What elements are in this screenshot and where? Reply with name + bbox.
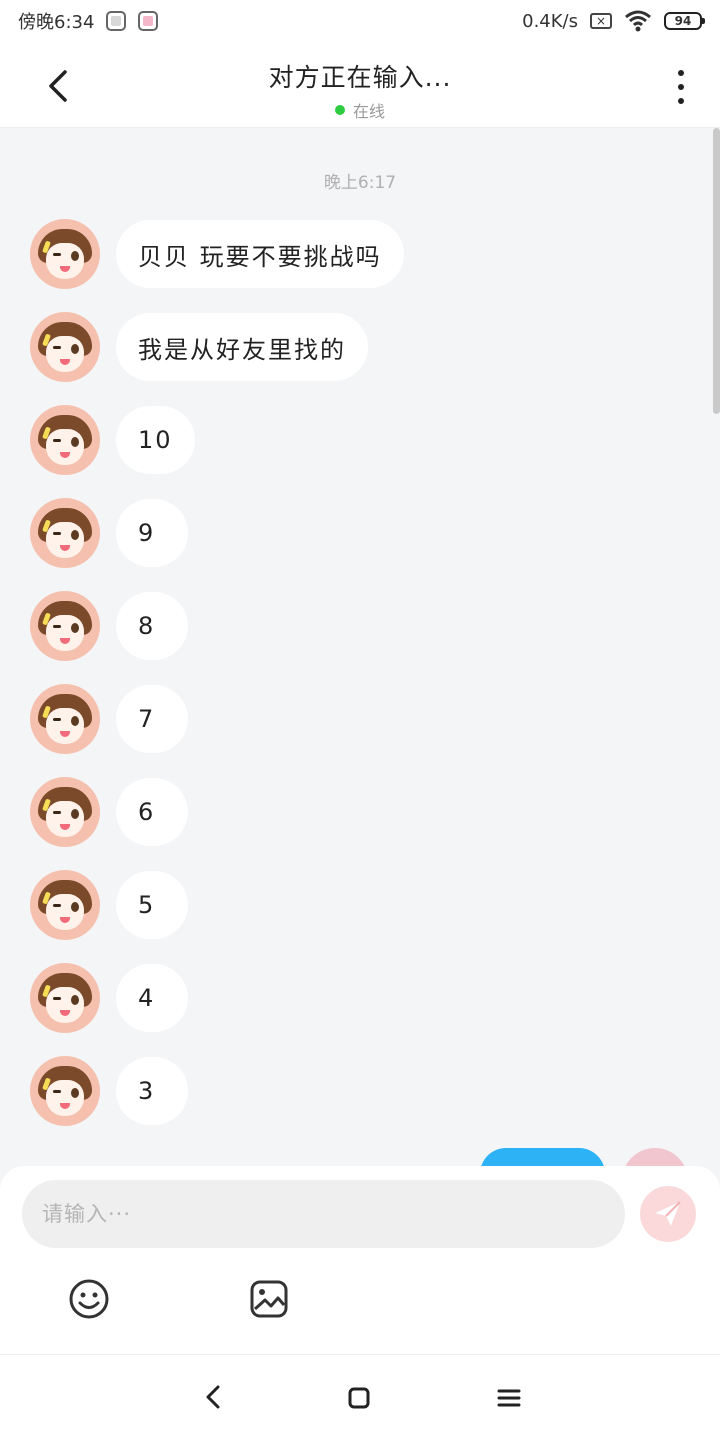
online-status: 在线 bbox=[140, 98, 580, 122]
message-bubble[interactable]: 5 bbox=[116, 871, 188, 939]
message-bubble[interactable]: 我是从好友里找的 bbox=[116, 313, 368, 381]
nav-back-icon bbox=[206, 1385, 220, 1409]
back-button[interactable] bbox=[34, 64, 82, 108]
message-bubble[interactable]: 贝贝 玩要不要挑战吗 bbox=[116, 220, 404, 288]
avatar[interactable] bbox=[30, 219, 100, 289]
send-button[interactable] bbox=[640, 1186, 696, 1242]
avatar[interactable] bbox=[30, 870, 100, 940]
message-row: 9 bbox=[30, 498, 188, 568]
nav-recent-icon bbox=[497, 1389, 521, 1407]
status-right: 0.4K/s × 94 bbox=[522, 10, 705, 32]
message-timestamp: 晚上6:17 bbox=[323, 173, 397, 193]
nav-home-button[interactable] bbox=[346, 1385, 372, 1411]
more-vertical-icon bbox=[678, 70, 684, 76]
avatar[interactable] bbox=[30, 963, 100, 1033]
avatar[interactable] bbox=[30, 405, 100, 475]
message-row: 贝贝 玩要不要挑战吗 bbox=[30, 219, 404, 289]
composer-panel bbox=[0, 1166, 720, 1354]
wifi-icon bbox=[625, 10, 651, 32]
chat-title: 对方正在输入... bbox=[268, 63, 452, 92]
own-message-row bbox=[480, 1148, 720, 1168]
network-speed: 0.4K/s bbox=[522, 10, 578, 32]
title-wrap: 对方正在输入... 在线 bbox=[140, 58, 580, 122]
message-bubble[interactable]: 10 bbox=[116, 406, 195, 474]
send-icon bbox=[655, 1201, 681, 1226]
avatar[interactable] bbox=[30, 498, 100, 568]
status-bar: 傍晚6:34 0.4K/s × 94 bbox=[0, 0, 720, 42]
message-input[interactable] bbox=[22, 1180, 625, 1248]
sim-disabled-icon: × bbox=[590, 13, 612, 29]
message-bubble[interactable]: 8 bbox=[116, 592, 188, 660]
chevron-left-icon bbox=[49, 70, 67, 102]
online-status-text: 在线 bbox=[352, 102, 385, 121]
image-button[interactable] bbox=[248, 1278, 290, 1320]
message-bubble[interactable]: 4 bbox=[116, 964, 188, 1032]
message-row: 6 bbox=[30, 777, 188, 847]
chat-screen: 傍晚6:34 0.4K/s × 94 对方正在输入... 在线 晚上6:17 贝… bbox=[0, 0, 720, 1440]
status-time: 傍晚6:34 bbox=[18, 12, 95, 33]
emoji-icon bbox=[69, 1279, 109, 1319]
message-row: 5 bbox=[30, 870, 188, 940]
avatar[interactable] bbox=[30, 312, 100, 382]
message-row: 10 bbox=[30, 405, 195, 475]
message-bubble[interactable]: 9 bbox=[116, 499, 188, 567]
system-nav-bar bbox=[0, 1354, 720, 1440]
battery-icon: 94 bbox=[664, 12, 705, 30]
nav-home-icon bbox=[348, 1387, 370, 1409]
message-row: 3 bbox=[30, 1056, 188, 1126]
message-row: 4 bbox=[30, 963, 188, 1033]
message-row: 我是从好友里找的 bbox=[30, 312, 368, 382]
avatar[interactable] bbox=[30, 684, 100, 754]
message-row: 7 bbox=[30, 684, 188, 754]
avatar[interactable] bbox=[30, 1056, 100, 1126]
online-dot bbox=[334, 105, 345, 115]
own-message-bubble[interactable] bbox=[480, 1148, 605, 1168]
notification-app-icon bbox=[138, 11, 159, 31]
chat-header: 对方正在输入... 在线 bbox=[0, 42, 720, 128]
nav-back-button[interactable] bbox=[200, 1381, 228, 1413]
gallery-icon bbox=[106, 11, 127, 31]
message-row: 8 bbox=[30, 591, 188, 661]
emoji-button[interactable] bbox=[68, 1278, 110, 1320]
chat-messages[interactable]: 晚上6:17 贝贝 玩要不要挑战吗 我是从好友里找的 10 9 8 7 6 5 … bbox=[0, 128, 720, 1168]
status-left: 傍晚6:34 bbox=[18, 8, 159, 34]
more-options-button[interactable] bbox=[666, 70, 696, 104]
avatar[interactable] bbox=[30, 777, 100, 847]
nav-recent-button[interactable] bbox=[496, 1385, 522, 1411]
message-bubble[interactable]: 7 bbox=[116, 685, 188, 753]
message-bubble[interactable]: 6 bbox=[116, 778, 188, 846]
own-avatar[interactable] bbox=[622, 1148, 688, 1168]
image-icon bbox=[250, 1280, 288, 1318]
avatar[interactable] bbox=[30, 591, 100, 661]
message-bubble[interactable]: 3 bbox=[116, 1057, 188, 1125]
